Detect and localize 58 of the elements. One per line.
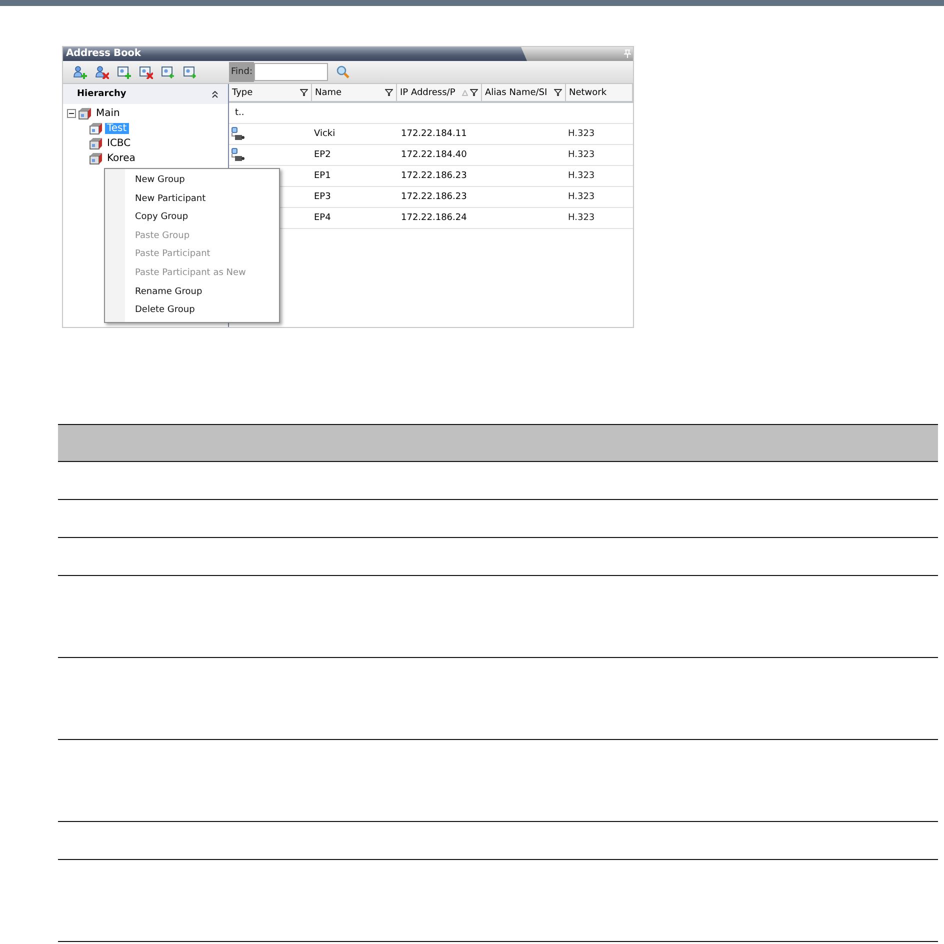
column-title: Type (232, 88, 253, 98)
card-arrow-left-icon[interactable] (161, 65, 175, 79)
collapse-up-icon[interactable] (212, 90, 218, 98)
table-cell: EP1 (314, 171, 331, 181)
filter-icon[interactable] (554, 89, 562, 96)
endpoint-icon (231, 148, 245, 162)
filter-icon[interactable] (470, 89, 478, 96)
table-cell: 172.22.184.40 (401, 150, 467, 160)
card-plus-icon[interactable] (117, 65, 131, 79)
table-cell: EP2 (314, 150, 331, 160)
tree-item[interactable]: Main (94, 108, 122, 119)
table-row[interactable]: t.. (229, 103, 633, 124)
find-label: Find: (229, 62, 254, 82)
menu-item[interactable]: Delete Group (105, 301, 279, 320)
filter-icon[interactable] (300, 89, 308, 96)
person-plus-icon[interactable] (73, 65, 87, 79)
table-row[interactable]: Vicki 172.22.184.11 H.323 (229, 124, 633, 145)
sort-icon (462, 90, 468, 96)
tree-item[interactable]: ICBC (105, 138, 133, 149)
table-cell: 172.22.186.24 (401, 213, 467, 223)
collapse-icon[interactable] (67, 109, 76, 118)
folder-icon (78, 107, 92, 120)
table-cell: H.323 (568, 192, 595, 202)
filter-icon[interactable] (385, 89, 393, 96)
parent-folder-link[interactable]: t.. (235, 108, 244, 118)
card-remove-icon[interactable] (139, 65, 153, 79)
table-cell: H.323 (568, 213, 595, 223)
card-arrow-right-icon[interactable] (183, 65, 197, 79)
search-icon[interactable] (336, 65, 350, 79)
table-cell: EP3 (314, 192, 331, 202)
table-cell: H.323 (568, 150, 595, 160)
table-cell: 172.22.184.11 (401, 129, 467, 139)
folder-icon (89, 152, 103, 165)
folder-icon (89, 122, 103, 135)
table-cell: EP4 (314, 213, 331, 223)
column-header[interactable]: Alias Name/SI (482, 84, 566, 101)
column-header[interactable]: Network (566, 84, 633, 101)
column-title: Alias Name/SI (485, 88, 548, 98)
window-title: Address Book (65, 47, 141, 61)
table-cell: Vicki (314, 129, 336, 139)
column-title: Name (315, 88, 342, 98)
hierarchy-title: Hierarchy (77, 89, 126, 99)
endpoint-icon (231, 127, 245, 141)
column-header[interactable]: IP Address/P (397, 84, 482, 101)
table-cell: 172.22.186.23 (401, 192, 467, 202)
folder-icon (89, 137, 103, 150)
tree-item[interactable]: Korea (105, 153, 138, 164)
table-cell: H.323 (568, 129, 595, 139)
column-title: IP Address/P (400, 88, 456, 98)
column-header[interactable]: Name (312, 84, 397, 101)
column-header[interactable]: Type (229, 84, 312, 101)
column-title: Network (569, 88, 607, 98)
table-row[interactable]: EP2 172.22.184.40 H.323 (229, 145, 633, 166)
table-cell: 172.22.186.23 (401, 171, 467, 181)
menu-item[interactable]: Rename Group (105, 282, 279, 302)
table-cell: H.323 (568, 171, 595, 181)
find-field[interactable] (254, 63, 328, 81)
person-remove-icon[interactable] (95, 65, 109, 79)
